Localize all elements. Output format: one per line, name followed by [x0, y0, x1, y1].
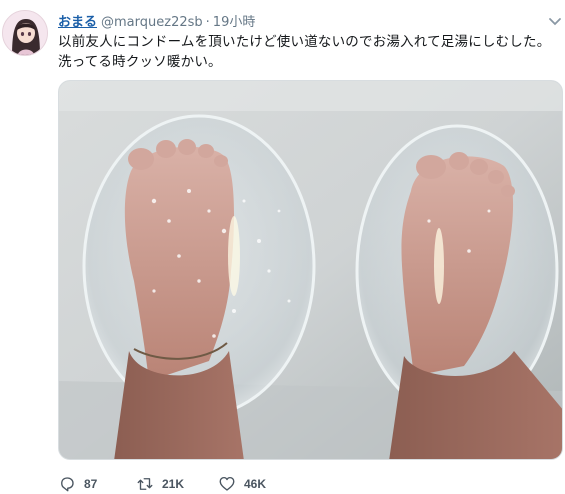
chevron-down-icon[interactable]: [548, 12, 562, 26]
avatar-illustration: [3, 11, 47, 55]
tweet-header: おまる @marquez22sb · 19小時: [58, 11, 256, 30]
heart-icon: [219, 476, 235, 491]
timestamp[interactable]: 19小時: [213, 15, 256, 30]
tweet-actions: 87 21K 46K: [58, 474, 498, 494]
reply-count: 87: [84, 477, 98, 491]
reply-button[interactable]: 87: [58, 474, 97, 494]
separator-dot: ·: [205, 15, 210, 30]
foot-bath-photo: [59, 81, 562, 459]
retweet-button[interactable]: 21K: [136, 474, 184, 494]
like-count: 46K: [244, 477, 267, 491]
tweet-text: 以前友人にコンドームを頂いたけど使い道ないのでお湯入れて足湯にしむした。 洗って…: [58, 34, 551, 70]
like-button[interactable]: 46K: [218, 474, 266, 494]
display-name[interactable]: おまる: [58, 15, 97, 30]
avatar[interactable]: [2, 10, 48, 56]
tweet-photo[interactable]: [58, 80, 563, 460]
user-handle[interactable]: @marquez22sb: [101, 15, 203, 30]
retweet-icon: [137, 478, 153, 490]
tweet: おまる @marquez22sb · 19小時 以前友人にコンドームを頂いたけど使い道…: [0, 0, 565, 494]
reply-icon: [61, 477, 74, 492]
retweet-count: 21K: [162, 477, 185, 491]
